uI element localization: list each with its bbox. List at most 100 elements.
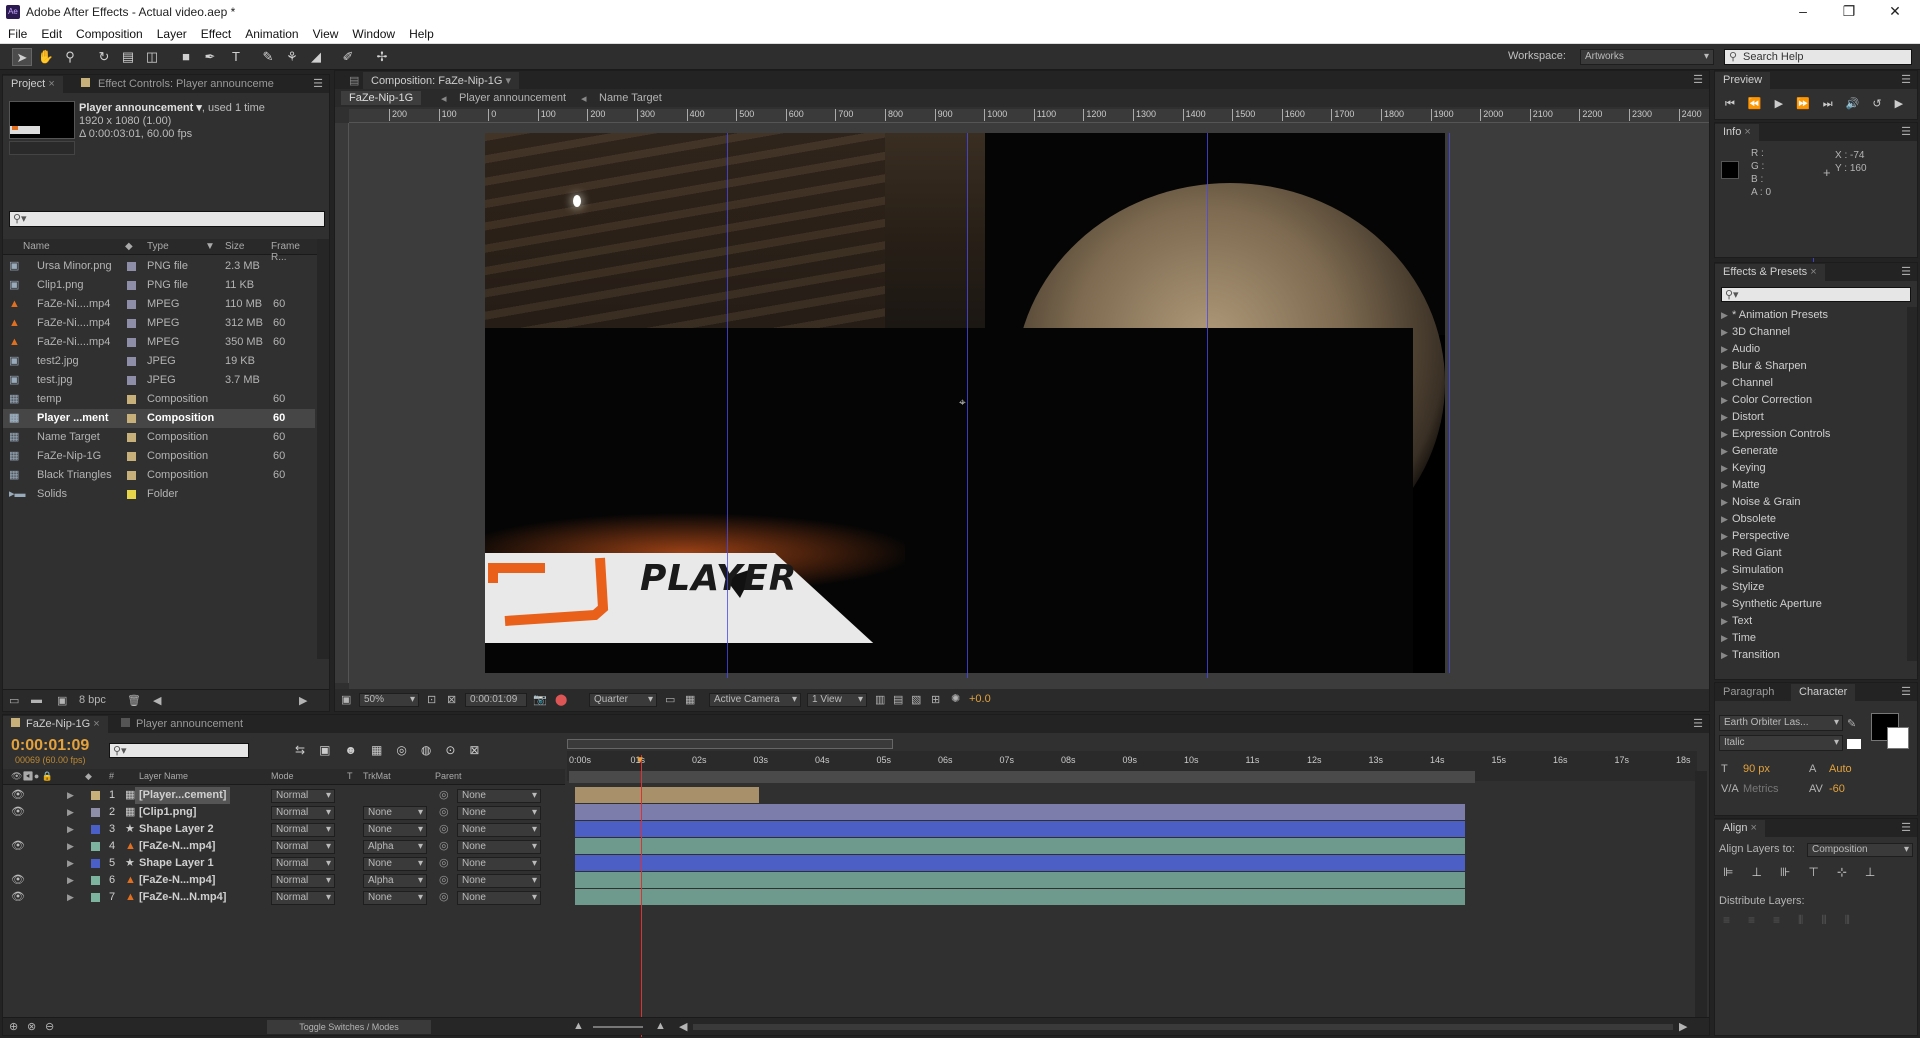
layer-name[interactable]: Shape Layer 1 — [139, 855, 214, 872]
tab-info[interactable]: Info × — [1715, 124, 1759, 141]
zoom-tool-icon[interactable]: ⚲ — [60, 48, 80, 66]
panel-menu-icon[interactable]: ☰ — [1693, 717, 1703, 730]
pick-whip-icon[interactable]: ◎ — [439, 872, 449, 889]
project-item[interactable]: ▣ test2.jpg JPEG 19 KB — [3, 352, 315, 371]
leading-value[interactable]: Auto — [1829, 763, 1852, 775]
effects-category[interactable]: ▶ Distort — [1715, 409, 1905, 426]
column-type[interactable]: Type — [147, 241, 169, 252]
eye-icon[interactable]: 👁 — [11, 787, 25, 804]
render-range-bar[interactable] — [569, 771, 1475, 783]
anchor-point-icon[interactable]: ⌖ — [959, 395, 966, 410]
column-mode[interactable]: Mode — [271, 771, 294, 781]
expand-arrow-icon[interactable]: ▶ — [1721, 511, 1728, 528]
menu-animation[interactable]: Animation — [237, 24, 304, 41]
tab-preview[interactable]: Preview — [1715, 72, 1771, 89]
layer-label-swatch[interactable] — [91, 808, 100, 817]
breadcrumb-item-faze[interactable]: FaZe-Nip-1G — [341, 91, 422, 105]
menu-file[interactable]: File — [0, 24, 33, 41]
expand-arrow-icon[interactable]: ▶ — [1721, 545, 1728, 562]
panel-menu-icon[interactable]: ☰ — [1901, 125, 1911, 138]
expand-arrow-icon[interactable]: ▶ — [1721, 307, 1728, 324]
effects-category[interactable]: ▶ Time — [1715, 630, 1905, 647]
menu-help[interactable]: Help — [401, 24, 440, 41]
tab-paragraph[interactable]: Paragraph — [1715, 684, 1782, 701]
guide-line[interactable] — [967, 133, 968, 678]
layer-label-swatch[interactable] — [91, 876, 100, 885]
effects-category[interactable]: ▶ Noise & Grain — [1715, 494, 1905, 511]
font-family-dropdown[interactable]: Earth Orbiter Las... ▾ — [1719, 715, 1843, 731]
timeline-search-input[interactable]: ⚲▾ — [109, 743, 249, 758]
trash-icon[interactable]: 🗑 — [127, 694, 141, 707]
layer-row[interactable]: 👁 ▶ 6 ▲ [FaZe-N...mp4] Normal ▾ Alpha ▾ ◎ None ▾ — [3, 872, 565, 889]
puppet-pin-tool-icon[interactable]: ✢ — [372, 48, 392, 66]
panel-menu-icon[interactable]: ☰ — [1901, 821, 1911, 834]
expand-arrow-icon[interactable]: ▶ — [1721, 494, 1728, 511]
tab-align[interactable]: Align × — [1715, 820, 1765, 837]
expand-arrow-icon[interactable]: ▶ — [1721, 375, 1728, 392]
effects-search-input[interactable]: ⚲▾ — [1721, 287, 1911, 302]
expand-arrow-icon[interactable]: ▶ — [1721, 460, 1728, 477]
layer-duration-bar[interactable] — [575, 821, 1465, 837]
brush-tool-icon[interactable]: ✎ — [258, 48, 278, 66]
align-top-icon[interactable]: ⊤ — [1808, 865, 1836, 879]
roto-brush-tool-icon[interactable]: ✐ — [338, 48, 358, 66]
audio-icon[interactable]: 🔊 — [1846, 98, 1873, 110]
minimize-icon[interactable]: – — [1780, 0, 1826, 24]
effects-category[interactable]: ▶ Text — [1715, 613, 1905, 630]
rotate-tool-icon[interactable]: ↻ — [94, 48, 114, 66]
eye-icon[interactable]: 👁 — [11, 838, 25, 855]
tab-timeline-faze[interactable]: FaZe-Nip-1G × — [3, 716, 108, 733]
tab-timeline-player[interactable]: Player announcement — [113, 716, 251, 733]
distribute-bottom-icon[interactable]: ≡ — [1773, 913, 1798, 927]
effects-category[interactable]: ▶ Color Correction — [1715, 392, 1905, 409]
live-update-icon[interactable]: ⊙ — [445, 743, 469, 757]
panel-menu-icon[interactable]: ☰ — [1901, 265, 1911, 278]
effects-category[interactable]: ▶ Audio — [1715, 341, 1905, 358]
pick-whip-icon[interactable]: ◎ — [439, 889, 449, 906]
layer-row[interactable]: 👁 ▶ 7 ▲ [FaZe-N...N.mp4] Normal ▾ None ▾ ◎ None ▾ — [3, 889, 565, 906]
effects-category[interactable]: ▶ Channel — [1715, 375, 1905, 392]
type-tool-icon[interactable]: T — [226, 48, 246, 66]
draft-3d-icon[interactable]: ▣ — [319, 743, 344, 757]
mode-dropdown[interactable]: Normal ▾ — [271, 891, 335, 905]
new-composition-icon[interactable]: ▣ — [57, 694, 67, 707]
project-item[interactable]: ▦ Black Triangles Composition 60 — [3, 466, 315, 485]
expand-arrow-icon[interactable]: ▶ — [67, 787, 74, 804]
project-item[interactable]: ▣ test.jpg JPEG 3.7 MB — [3, 371, 315, 390]
layer-name[interactable]: [FaZe-N...mp4] — [139, 872, 215, 889]
project-item[interactable]: ▲ FaZe-Ni....mp4 MPEG 110 MB 60 — [3, 295, 315, 314]
camera-tool-icon[interactable]: ▤ — [118, 48, 138, 66]
column-t[interactable]: T — [347, 771, 353, 781]
mode-dropdown[interactable]: Normal ▾ — [271, 806, 335, 820]
close-icon[interactable]: ✕ — [1872, 0, 1918, 24]
rectangle-tool-icon[interactable]: ■ — [176, 48, 196, 66]
expand-arrow-icon[interactable]: ▶ — [1721, 426, 1728, 443]
project-item[interactable]: ▣ Clip1.png PNG file 11 KB — [3, 276, 315, 295]
transparency-grid-icon[interactable]: ▦ — [685, 693, 695, 706]
effects-scrollbar[interactable] — [1907, 307, 1917, 661]
zoom-slider[interactable] — [593, 1026, 643, 1028]
effects-category[interactable]: ▶ Matte — [1715, 477, 1905, 494]
close-icon[interactable]: × — [48, 78, 54, 90]
pen-tool-icon[interactable]: ✒ — [200, 48, 220, 66]
align-bottom-icon[interactable]: ⊥ — [1865, 865, 1893, 879]
layer-name[interactable]: Shape Layer 2 — [139, 821, 214, 838]
pick-whip-icon[interactable]: ◎ — [439, 821, 449, 838]
effects-category[interactable]: ▶ Stylize — [1715, 579, 1905, 596]
scroll-right-icon[interactable]: ▶ — [299, 694, 307, 707]
zoom-dropdown[interactable]: 50% ▾ — [359, 693, 419, 707]
column-name[interactable]: Name — [23, 241, 50, 252]
comp-viewer[interactable]: PLAYER ⌖ — [349, 123, 1814, 689]
clone-stamp-tool-icon[interactable]: ⚘ — [282, 48, 302, 66]
parent-dropdown[interactable]: None ▾ — [457, 857, 541, 871]
expand-switches-icon[interactable]: ⊗ — [27, 1020, 36, 1033]
pick-whip-icon[interactable]: ◎ — [439, 838, 449, 855]
layer-name[interactable]: [Player...cement] — [135, 787, 231, 804]
font-size-value[interactable]: 90 px — [1743, 763, 1770, 775]
tab-effects-presets[interactable]: Effects & Presets × — [1715, 264, 1825, 281]
always-preview-icon[interactable]: ▣ — [341, 693, 351, 706]
mode-dropdown[interactable]: Normal ▾ — [271, 874, 335, 888]
menu-edit[interactable]: Edit — [33, 24, 68, 41]
tab-composition[interactable]: Composition: FaZe-Nip-1G ▾ — [363, 72, 520, 89]
pick-whip-icon[interactable]: ◎ — [439, 804, 449, 821]
